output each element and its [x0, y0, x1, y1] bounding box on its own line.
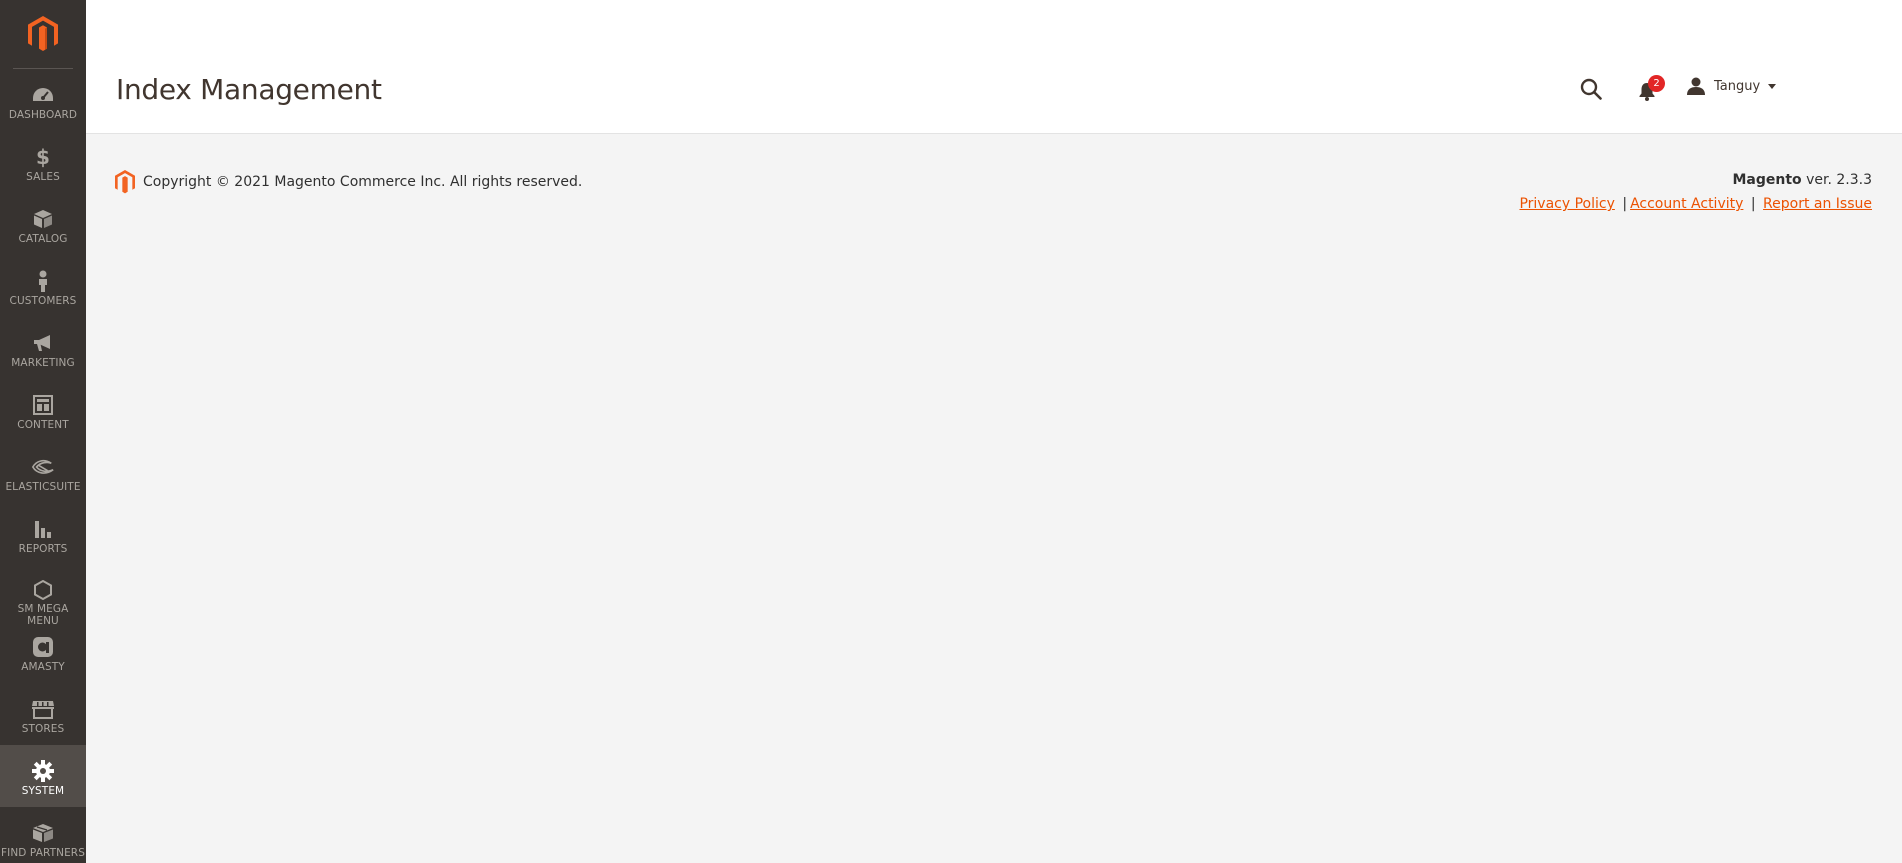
- amasty-icon: [31, 636, 55, 658]
- sidebar-item-catalog[interactable]: CATALOG: [0, 193, 86, 255]
- person-icon: [31, 270, 55, 292]
- sidebar-item-sales[interactable]: $ SALES: [0, 131, 86, 193]
- megaphone-icon: [31, 332, 55, 354]
- brand-name: Magento: [1732, 172, 1802, 188]
- sidebar-item-label: CATALOG: [18, 233, 68, 245]
- global-search-button[interactable]: [1576, 74, 1606, 104]
- bar-chart-icon: [31, 518, 55, 540]
- version-number: ver. 2.3.3: [1801, 172, 1872, 188]
- magento-footer-logo-icon: [115, 170, 135, 194]
- sidebar-item-customers[interactable]: CUSTOMERS: [0, 255, 86, 317]
- page-title: Index Management: [116, 73, 382, 106]
- sidebar-item-find-partners[interactable]: FIND PARTNERS: [0, 807, 86, 863]
- user-account-menu[interactable]: Tanguy: [1686, 74, 1777, 98]
- sidebar-item-label: SYSTEM: [21, 785, 65, 797]
- magento-logo[interactable]: [0, 0, 86, 68]
- sidebar-item-label: STORES: [21, 723, 65, 735]
- footer-links: Privacy Policy | Account Activity | Repor…: [1519, 194, 1872, 214]
- store-icon: [31, 698, 55, 720]
- sidebar-item-content[interactable]: CONTENT: [0, 379, 86, 441]
- chevron-down-icon: [1768, 83, 1777, 89]
- privacy-policy-link[interactable]: Privacy Policy: [1519, 196, 1614, 212]
- footer-version-links: Magento ver. 2.3.3 Privacy Policy | Accou…: [1519, 170, 1872, 214]
- sidebar-item-dashboard[interactable]: DASHBOARD: [0, 69, 86, 131]
- user-name: Tanguy: [1714, 78, 1761, 94]
- sidebar-item-sm-mega-menu[interactable]: SM MEGA MENU: [0, 565, 86, 627]
- hexagon-icon: [31, 580, 55, 600]
- copyright-text: Copyright © 2021 Magento Commerce Inc. A…: [143, 174, 583, 190]
- sidebar-item-amasty[interactable]: AMASTY: [0, 621, 86, 683]
- footer-copyright: Copyright © 2021 Magento Commerce Inc. A…: [115, 170, 582, 194]
- sidebar-item-label: REPORTS: [18, 543, 68, 555]
- account-activity-link[interactable]: Account Activity: [1630, 196, 1743, 212]
- link-separator: |: [1622, 196, 1628, 212]
- sidebar-item-elasticsuite[interactable]: ELASTICSUITE: [0, 441, 86, 503]
- search-icon: [1580, 78, 1602, 100]
- layout-icon: [31, 394, 55, 416]
- sidebar-item-label: MARKETING: [11, 357, 75, 369]
- elasticsuite-icon: [31, 456, 55, 478]
- sidebar-item-label: CUSTOMERS: [9, 295, 77, 307]
- box-icon: [31, 208, 55, 230]
- page-header: Index Management: [86, 0, 1902, 134]
- link-separator: |: [1750, 196, 1756, 212]
- sidebar-item-label: ELASTICSUITE: [5, 481, 81, 493]
- sidebar-item-label: DASHBOARD: [8, 109, 78, 121]
- partners-box-icon: [31, 822, 55, 844]
- notifications-count-badge[interactable]: 2: [1648, 75, 1665, 92]
- sidebar-item-system[interactable]: SYSTEM: [0, 745, 86, 807]
- sidebar-item-label: FIND PARTNERS: [1, 847, 85, 859]
- sidebar-item-marketing[interactable]: MARKETING: [0, 317, 86, 379]
- sidebar-item-label: SALES: [26, 171, 60, 183]
- magento-logo-icon: [28, 16, 58, 51]
- admin-sidebar: DASHBOARD $ SALES CATALOG CUSTOMERS MARK…: [0, 0, 86, 863]
- sidebar-item-label: CONTENT: [17, 419, 69, 431]
- dashboard-icon: [31, 84, 55, 106]
- dollar-icon: $: [31, 146, 55, 168]
- user-icon: [1687, 77, 1705, 95]
- sidebar-item-label: AMASTY: [21, 661, 65, 673]
- report-issue-link[interactable]: Report an Issue: [1763, 196, 1872, 212]
- svg-text:$: $: [36, 146, 50, 168]
- gear-icon: [31, 760, 55, 782]
- sidebar-item-label: SM MEGA MENU: [17, 603, 69, 627]
- sidebar-item-stores[interactable]: STORES: [0, 683, 86, 745]
- version-info: Magento ver. 2.3.3: [1519, 170, 1872, 190]
- sidebar-item-reports[interactable]: REPORTS: [0, 503, 86, 565]
